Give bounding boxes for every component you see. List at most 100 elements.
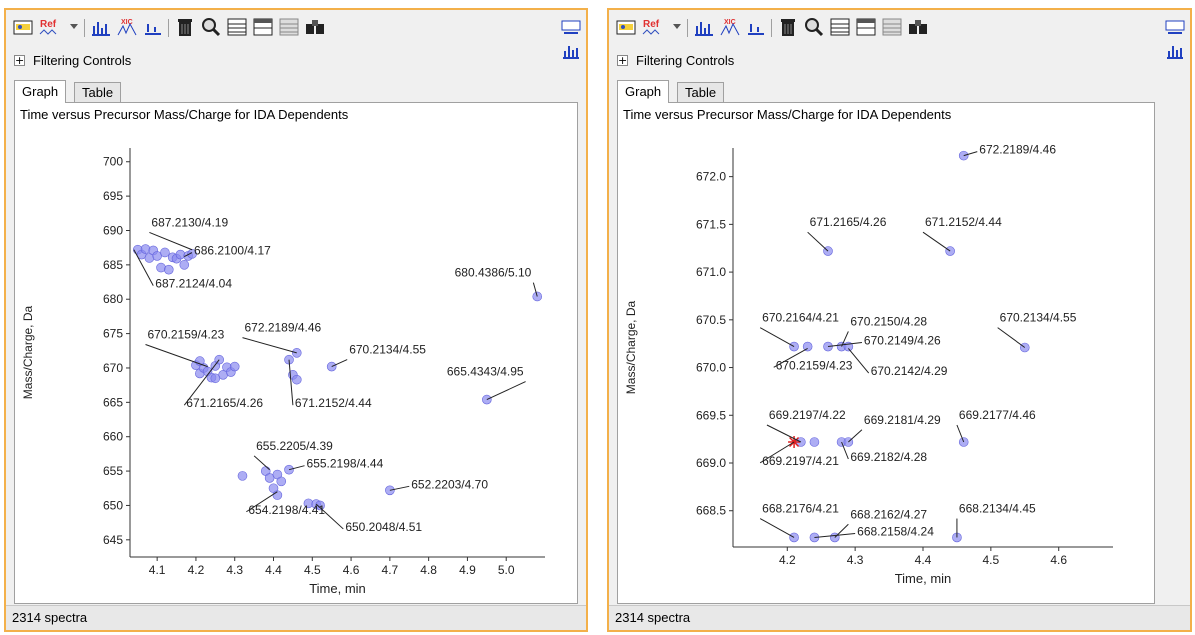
annotation-leader [145,343,208,368]
filtering-label: Filtering Controls [33,52,132,68]
tab-table[interactable]: Table [74,82,122,102]
y-tick-label: 675 [103,327,123,341]
layout-two-icon[interactable] [855,16,877,38]
y-tick-label: 695 [103,189,123,203]
annotation-leader [997,327,1026,348]
y-tick-label: 669.5 [696,408,726,422]
y-tick-label: 670 [103,361,123,375]
data-point [958,150,969,161]
side-toggle-icon[interactable] [560,16,582,38]
data-label: 670.2134/4.55 [1000,311,1077,325]
data-label: 670.2159/4.23 [148,327,225,341]
data-label: 668.2162/4.27 [850,507,927,521]
open-graph-icon[interactable] [615,16,637,38]
data-label: 671.2152/4.44 [925,215,1002,229]
layout-two-icon[interactable] [252,16,274,38]
spectrum-bar-icon[interactable] [90,16,112,38]
annotation-leader [759,327,795,347]
layout-three-icon[interactable] [278,16,300,38]
y-tick-label: 645 [103,533,123,547]
status-bar: 2314 spectra [6,605,586,630]
baseline-icon[interactable] [142,16,164,38]
data-point [140,244,151,254]
zoom-icon[interactable] [803,16,825,38]
filtering-label: Filtering Controls [636,52,735,68]
annotation-leader [766,424,802,443]
layout-three-icon[interactable] [881,16,903,38]
data-label: 665.4343/4.95 [447,365,524,379]
dropdown-arrow-icon[interactable] [671,16,683,38]
data-label: 671.2165/4.26 [810,215,887,229]
ref-icon[interactable]: Ref [641,16,669,38]
x-axis-label: Time, min [895,571,952,586]
layout-one-icon[interactable] [226,16,248,38]
x-tick-label: 4.6 [1050,553,1067,567]
data-label: 671.2152/4.44 [295,396,372,410]
x-tick-label: 5.0 [498,563,515,577]
data-label: 668.2134/4.45 [959,502,1036,516]
side-toggle-icon[interactable] [1164,16,1186,38]
xic-icon[interactable]: XIC [719,16,741,38]
delete-icon[interactable] [777,16,799,38]
data-label: 670.2164/4.21 [762,311,839,325]
x-tick-label: 4.2 [188,563,205,577]
delete-icon[interactable] [174,16,196,38]
scatter-chart[interactable]: 4.2 4.3 4.4 4.5 4.6 668.5 669.0 669.5 670.0 670.5… [618,125,1155,599]
overlay-icon[interactable] [304,16,326,38]
chart-title: Time versus Precursor Mass/Charge for ID… [623,107,952,122]
data-point [179,260,190,270]
ref-icon[interactable]: Ref [38,16,66,38]
data-label: 670.2149/4.26 [864,334,941,348]
annotation-leader [288,359,294,406]
data-label: 650.2048/4.51 [345,520,422,534]
filtering-controls[interactable]: + Filtering Controls [617,52,734,68]
scatter-chart[interactable]: 4.1 4.2 4.3 4.4 4.5 4.6 4.7 4.8 4.9 5.0 645 650 655 6… [15,125,578,599]
baseline-icon[interactable] [745,16,767,38]
y-tick-label: 700 [103,155,123,169]
x-axis-label: Time, min [309,581,366,596]
x-tick-label: 4.6 [343,563,360,577]
spectrum-bar-icon[interactable] [693,16,715,38]
data-label: 668.2158/4.24 [857,524,934,538]
data-point [175,249,186,260]
annotation-leader [848,429,863,443]
open-graph-icon[interactable] [12,16,34,38]
tab-graph[interactable]: Graph [617,80,670,103]
y-tick-label: 671.0 [696,265,726,279]
data-label: 670.2150/4.28 [850,314,927,328]
overlay-icon[interactable] [907,16,929,38]
y-axis-label: Mass/Charge, Da [624,300,638,394]
y-tick-label: 660 [103,430,123,444]
side-chart-icon[interactable] [560,40,582,62]
xic-icon[interactable]: XIC [116,16,138,38]
expand-plus-icon[interactable]: + [14,54,25,66]
y-tick-label: 680 [103,292,123,306]
y-tick-label: 650 [103,498,123,512]
data-point [163,264,174,275]
tab-table[interactable]: Table [677,82,725,102]
y-tick-label: 670.0 [696,361,726,375]
annotation-leader [807,231,829,252]
tab-graph[interactable]: Graph [14,80,67,103]
data-label: 680.4386/5.10 [455,266,532,280]
data-point [809,437,820,447]
y-tick-label: 672.0 [696,170,726,184]
data-point [276,476,287,487]
side-chart-icon[interactable] [1164,40,1186,62]
expand-plus-icon[interactable]: + [617,54,628,66]
data-label: 670.2159/4.23 [776,358,853,372]
status-bar: 2314 spectra [609,605,1190,630]
dropdown-arrow-icon[interactable] [68,16,80,38]
data-label: 669.2181/4.29 [864,413,941,427]
layout-one-icon[interactable] [829,16,851,38]
x-tick-label: 4.8 [420,563,437,577]
zoom-icon[interactable] [200,16,222,38]
filtering-controls[interactable]: + Filtering Controls [14,52,131,68]
data-label: 655.2198/4.44 [307,457,384,471]
y-tick-label: 670.5 [696,313,726,327]
annotation-leader [486,381,526,401]
data-point [789,532,799,543]
y-tick-label: 669.0 [696,456,726,470]
y-tick-label: 671.5 [696,217,726,231]
y-tick-label: 665 [103,395,123,409]
